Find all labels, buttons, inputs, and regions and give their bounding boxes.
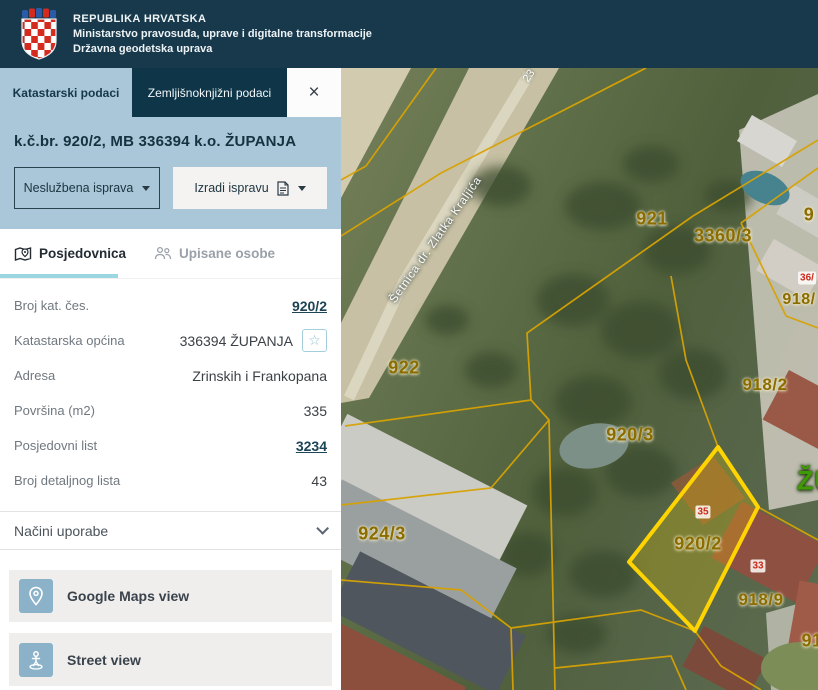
panel-tabbar: Katastarski podaci Zemljišnoknjižni poda… bbox=[0, 68, 341, 117]
field-label: Adresa bbox=[14, 368, 56, 383]
croatian-coat-of-arms-icon bbox=[21, 8, 57, 60]
unofficial-document-label: Neslužbena isprava bbox=[23, 181, 134, 195]
field-label: Katastarska općina bbox=[14, 333, 125, 348]
google-maps-view-label: Google Maps view bbox=[67, 588, 190, 604]
star-icon: ☆ bbox=[308, 332, 321, 348]
map-pin-icon bbox=[19, 579, 53, 613]
parcel-label-918-9: 918/9 bbox=[738, 590, 784, 609]
parcel-label-920-3: 920/3 bbox=[606, 424, 654, 445]
header-titles: REPUBLIKA HRVATSKA Ministarstvo pravosuđ… bbox=[73, 13, 372, 55]
parcel-title: k.č.br. 920/2, MB 336394 k.o. ŽUPANJA bbox=[14, 133, 297, 150]
usage-modes-accordion[interactable]: Načini uporabe bbox=[0, 511, 341, 550]
tab-cadastral-label: Katastarski podaci bbox=[12, 85, 120, 100]
parcel-label-91-partial: 91 bbox=[801, 630, 818, 651]
tab-land-registry-label: Zemljišnoknjižni podaci bbox=[147, 85, 272, 100]
field-row-address: Adresa Zrinskih i Frankopana bbox=[0, 358, 341, 393]
active-subtab-underline bbox=[0, 274, 118, 278]
parcel-sidebar: k.č.br. 920/2, MB 336394 k.o. ŽUPANJA Ne… bbox=[0, 117, 341, 690]
parcel-header-panel: k.č.br. 920/2, MB 336394 k.o. ŽUPANJA Ne… bbox=[0, 117, 341, 229]
field-row-area: Površina (m2) 335 bbox=[0, 393, 341, 428]
header-country: REPUBLIKA HRVATSKA bbox=[73, 13, 207, 25]
unofficial-document-button[interactable]: Neslužbena isprava bbox=[14, 167, 160, 209]
field-label: Broj kat. čes. bbox=[14, 298, 90, 313]
close-icon: × bbox=[308, 81, 320, 103]
map-pin-document-icon bbox=[14, 246, 32, 261]
parcel-label-920-2: 920/2 bbox=[674, 533, 722, 554]
subtab-registered-persons[interactable]: Upisane osobe bbox=[154, 246, 275, 261]
settlement-label-zupanja-partial: ŽU bbox=[797, 465, 818, 496]
tab-cadastral-data[interactable]: Katastarski podaci bbox=[0, 68, 132, 117]
cadastral-number-link[interactable]: 920/2 bbox=[292, 298, 327, 314]
document-icon bbox=[277, 180, 289, 196]
caret-down-icon bbox=[297, 185, 306, 191]
parcel-label-922: 922 bbox=[388, 357, 420, 378]
usage-modes-label: Načini uporabe bbox=[14, 522, 109, 539]
field-row-possession-list: Posjedovni list 3234 bbox=[0, 428, 341, 463]
field-label: Površina (m2) bbox=[14, 403, 95, 418]
field-label: Broj detaljnog lista bbox=[14, 473, 121, 488]
cadastral-map[interactable]: Šetnica dr. Zlatka Kraljića 23 921 3360/… bbox=[341, 68, 818, 690]
parcel-label-918-2: 918/2 bbox=[742, 375, 788, 394]
parcel-label-924-3: 924/3 bbox=[358, 523, 406, 544]
create-document-label: Izradi ispravu bbox=[194, 181, 269, 195]
field-row-detail-sheet: Broj detaljnog lista 43 bbox=[0, 463, 341, 498]
parcel-label-918-partial: 918/ bbox=[782, 291, 816, 308]
create-document-button[interactable]: Izradi ispravu bbox=[173, 167, 327, 209]
app-header: REPUBLIKA HRVATSKA Ministarstvo pravosuđ… bbox=[0, 0, 818, 68]
pegman-icon bbox=[19, 642, 53, 677]
house-number-35: 35 bbox=[695, 505, 711, 519]
municipality-text: 336394 ŽUPANJA bbox=[179, 332, 293, 349]
header-ministry: Ministarstvo pravosuđa, uprave i digital… bbox=[73, 28, 372, 40]
close-panel-button[interactable]: × bbox=[287, 68, 341, 117]
cadastre-app: REPUBLIKA HRVATSKA Ministarstvo pravosuđ… bbox=[0, 0, 818, 690]
parcel-fields: Broj kat. čes. 920/2 Katastarska općina … bbox=[0, 288, 341, 498]
parcel-label-921: 921 bbox=[636, 208, 668, 229]
favorite-star-button[interactable]: ☆ bbox=[302, 329, 327, 352]
parcel-label-3360-3: 3360/3 bbox=[693, 225, 753, 246]
subtab-possession-sheet[interactable]: Posjedovnica bbox=[14, 245, 126, 263]
field-row-cadastral-number: Broj kat. čes. 920/2 bbox=[0, 288, 341, 323]
caret-down-icon bbox=[142, 185, 151, 191]
possession-list-link[interactable]: 3234 bbox=[296, 438, 327, 454]
address-value: Zrinskih i Frankopana bbox=[192, 367, 327, 384]
document-buttons: Neslužbena isprava Izradi ispravu bbox=[14, 167, 327, 209]
street-view-button[interactable]: Street view bbox=[9, 633, 332, 686]
chevron-down-icon bbox=[316, 522, 329, 535]
detail-subtabs: Posjedovnica Upisane osobe bbox=[0, 229, 341, 279]
detail-sheet-value: 43 bbox=[311, 472, 327, 489]
house-number-36-partial: 36/ bbox=[798, 271, 816, 285]
street-view-label: Street view bbox=[67, 651, 141, 668]
parcel-label-9-partial: 9 bbox=[803, 204, 815, 225]
people-icon bbox=[154, 246, 172, 260]
subtab-possession-label: Posjedovnica bbox=[39, 246, 127, 261]
area-value: 335 bbox=[303, 402, 327, 419]
google-maps-view-button[interactable]: Google Maps view bbox=[9, 570, 332, 622]
house-number-33: 33 bbox=[750, 559, 766, 573]
municipality-value: 336394 ŽUPANJA ☆ bbox=[180, 329, 327, 352]
header-agency: Državna geodetska uprava bbox=[73, 43, 213, 55]
subtab-persons-label: Upisane osobe bbox=[179, 246, 276, 261]
field-label: Posjedovni list bbox=[14, 438, 98, 453]
field-row-cadastral-municipality: Katastarska općina 336394 ŽUPANJA ☆ bbox=[0, 323, 341, 358]
tab-land-registry-data[interactable]: Zemljišnoknjižni podaci bbox=[132, 68, 287, 117]
